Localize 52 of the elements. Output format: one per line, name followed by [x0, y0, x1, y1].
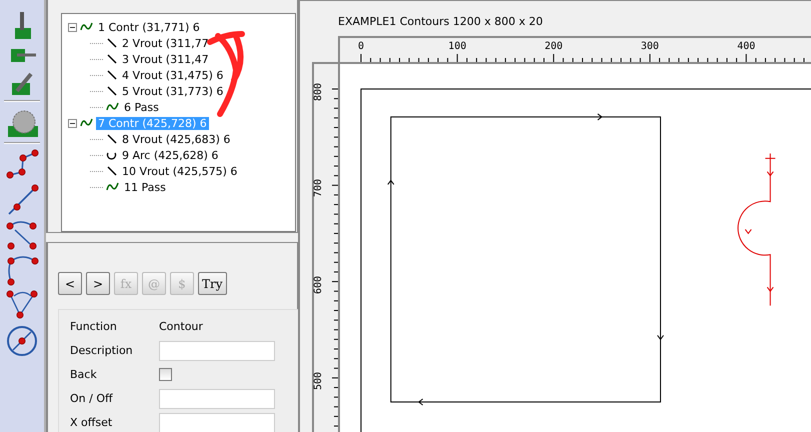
arc-points-icon[interactable]: [5, 220, 39, 252]
field-label: X offset: [70, 416, 114, 429]
field-label: On / Off: [70, 392, 114, 405]
tree-view[interactable]: 1 Contr (31,771) 6 2 Vrout (311,77 3 Vrout (311,47 4 Vrout (31,475) 6 5 Vrout (31,773) 6 6 Pass 7 Contr (425,728) 6 8 Vrout (425,683) 6 9 Arc (425,628) 6 10 Vrout (425,575) 6 11 Pass: [61, 13, 296, 232]
diagonal-line-icon: [106, 38, 117, 48]
field-label: Function: [70, 320, 118, 333]
circle-diameter-icon[interactable]: [5, 324, 39, 358]
arc-icon: [106, 150, 117, 160]
toolbar-button[interactable]: >: [86, 272, 110, 295]
ruler-label: 200: [544, 42, 563, 52]
field-label: Back: [70, 368, 98, 381]
diagonal-line-icon: [106, 134, 117, 144]
tree-item[interactable]: 9 Arc (425,628) 6: [120, 148, 220, 162]
field-value: Contour: [159, 320, 203, 333]
wave-icon: [106, 182, 119, 192]
diagonal-line-icon: [106, 86, 117, 96]
tree-item[interactable]: 3 Vrout (311,47: [120, 52, 211, 66]
tree-item[interactable]: 10 Vrout (425,575) 6: [120, 164, 240, 178]
view-title: EXAMPLE1 Contours 1200 x 800 x 20: [338, 15, 544, 29]
angle-arc-icon[interactable]: [5, 290, 39, 320]
collapse-toggle[interactable]: [68, 22, 77, 32]
tree-item[interactable]: 8 Vrout (425,683) 6: [120, 132, 232, 146]
field-label: Description: [70, 344, 134, 357]
input-field[interactable]: [159, 340, 275, 360]
collapse-toggle[interactable]: [68, 118, 77, 128]
diagonal-line-icon: [106, 70, 117, 80]
wave-icon: [80, 118, 93, 128]
toolbar-button[interactable]: Try: [198, 272, 227, 295]
toolbar-button[interactable]: <: [58, 272, 82, 295]
input-field[interactable]: [159, 412, 275, 432]
checkbox[interactable]: [159, 368, 172, 381]
input-field[interactable]: [159, 388, 275, 408]
tree-item[interactable]: 1 Contr (31,771) 6: [96, 20, 202, 34]
ruler-label: 300: [640, 42, 659, 52]
diagonal-line-icon: [106, 54, 117, 64]
tree-item[interactable]: 5 Vrout (31,773) 6: [120, 84, 226, 98]
diagonal-line-icon: [106, 166, 117, 176]
tree-item[interactable]: 6 Pass: [122, 100, 161, 114]
polyline-icon[interactable]: [5, 148, 39, 180]
wave-icon: [106, 102, 119, 112]
ruler-label: 400: [737, 42, 756, 52]
tree-item[interactable]: 11 Pass: [122, 180, 168, 194]
ruler-label: 0: [358, 42, 364, 52]
ruler-label: 700: [314, 179, 324, 198]
ruler-label: 500: [314, 372, 324, 390]
arc-points-icon[interactable]: [5, 256, 39, 286]
ruler-label: 600: [314, 276, 324, 294]
tree-item[interactable]: 4 Vrout (31,475) 6: [120, 68, 226, 82]
tree-item[interactable]: 2 Vrout (311,77: [120, 36, 211, 50]
wave-icon: [80, 22, 93, 32]
ruler-label: 800: [314, 82, 324, 102]
ruler-label: 100: [448, 42, 466, 52]
